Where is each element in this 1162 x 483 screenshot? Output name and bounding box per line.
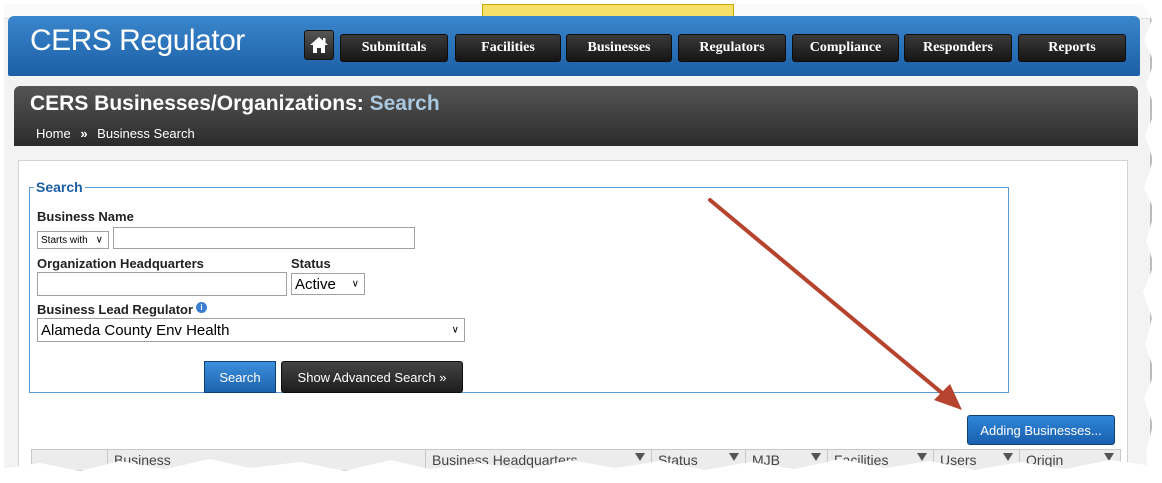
filter-icon[interactable]: [917, 453, 927, 461]
match-mode-select[interactable]: Starts with ∨: [37, 231, 109, 249]
breadcrumb-current: Business Search: [97, 126, 195, 141]
column-mjb[interactable]: MJB: [746, 450, 828, 470]
filter-icon[interactable]: [811, 453, 821, 461]
org-headquarters-input[interactable]: [37, 272, 287, 296]
org-headquarters-label: Organization Headquarters: [37, 256, 204, 271]
lead-regulator-select[interactable]: Alameda County Env Health ∨: [37, 318, 465, 342]
column-status-label: Status: [658, 452, 698, 468]
filter-icon[interactable]: [635, 453, 645, 461]
lead-regulator-label-text: Business Lead Regulator: [37, 302, 194, 317]
nav-facilities[interactable]: Facilities: [455, 34, 561, 62]
match-mode-value: Starts with: [41, 234, 88, 246]
breadcrumb-home[interactable]: Home: [36, 126, 71, 141]
column-status[interactable]: Status: [652, 450, 746, 470]
business-name-label: Business Name: [37, 209, 134, 224]
chevron-down-icon: ∨: [451, 324, 459, 336]
column-origin[interactable]: Origin: [1020, 450, 1120, 470]
nav-responders[interactable]: Responders: [904, 34, 1012, 62]
column-origin-label: Origin: [1026, 452, 1064, 468]
status-label: Status: [291, 256, 331, 271]
filter-icon[interactable]: [729, 453, 739, 461]
column-facilities-label: Facilities: [834, 452, 889, 468]
column-headquarters-label: Business Headquarters: [432, 452, 578, 468]
breadcrumb-separator: »: [80, 126, 88, 141]
chevron-down-icon: ∨: [95, 234, 103, 246]
lead-regulator-label: Business Lead Regulator i: [37, 302, 208, 317]
adding-businesses-button[interactable]: Adding Businesses...: [967, 415, 1115, 445]
page-title-bar: CERS Businesses/Organizations: Search Ho…: [14, 86, 1138, 146]
column-mjb-label: MJB: [752, 452, 780, 468]
nav-reports[interactable]: Reports: [1018, 34, 1126, 62]
chevron-down-icon: ∨: [351, 278, 359, 290]
content-panel: Search Business Name Starts with ∨ Organ…: [18, 160, 1128, 472]
column-facilities[interactable]: Facilities: [828, 450, 934, 470]
filter-icon[interactable]: [1104, 453, 1114, 461]
status-value: Active: [295, 275, 336, 293]
search-button[interactable]: Search: [204, 361, 276, 393]
column-business-label: Business: [114, 452, 171, 468]
page-title: CERS Businesses/Organizations: Search: [30, 92, 440, 116]
filter-icon[interactable]: [1003, 453, 1013, 461]
nav-submittals[interactable]: Submittals: [340, 34, 448, 62]
column-business-headquarters[interactable]: Business Headquarters: [426, 450, 652, 470]
status-select[interactable]: Active ∨: [291, 273, 365, 295]
column-select: [32, 450, 108, 470]
lead-regulator-value: Alameda County Env Health: [41, 321, 230, 339]
home-icon: [310, 37, 328, 53]
page-title-sub: Search: [369, 92, 440, 115]
info-icon[interactable]: i: [196, 302, 208, 313]
breadcrumb: Home » Business Search: [36, 126, 195, 141]
column-business[interactable]: Business: [108, 450, 426, 470]
column-users-label: Users: [940, 452, 977, 468]
app-header: CERS Regulator Submittals Facilities Bus…: [8, 16, 1140, 76]
advanced-search-button[interactable]: Show Advanced Search »: [281, 361, 463, 393]
app-title: CERS Regulator: [30, 24, 245, 57]
home-button[interactable]: [304, 30, 334, 60]
nav-regulators[interactable]: Regulators: [678, 34, 786, 62]
page-title-main: CERS Businesses/Organizations:: [30, 92, 364, 115]
column-users[interactable]: Users: [934, 450, 1020, 470]
results-table-header: Business Business Headquarters Status MJ…: [31, 449, 1121, 471]
business-name-input[interactable]: [113, 227, 415, 249]
search-legend: Search: [36, 179, 83, 195]
nav-compliance[interactable]: Compliance: [792, 34, 899, 62]
nav-businesses[interactable]: Businesses: [566, 34, 672, 62]
